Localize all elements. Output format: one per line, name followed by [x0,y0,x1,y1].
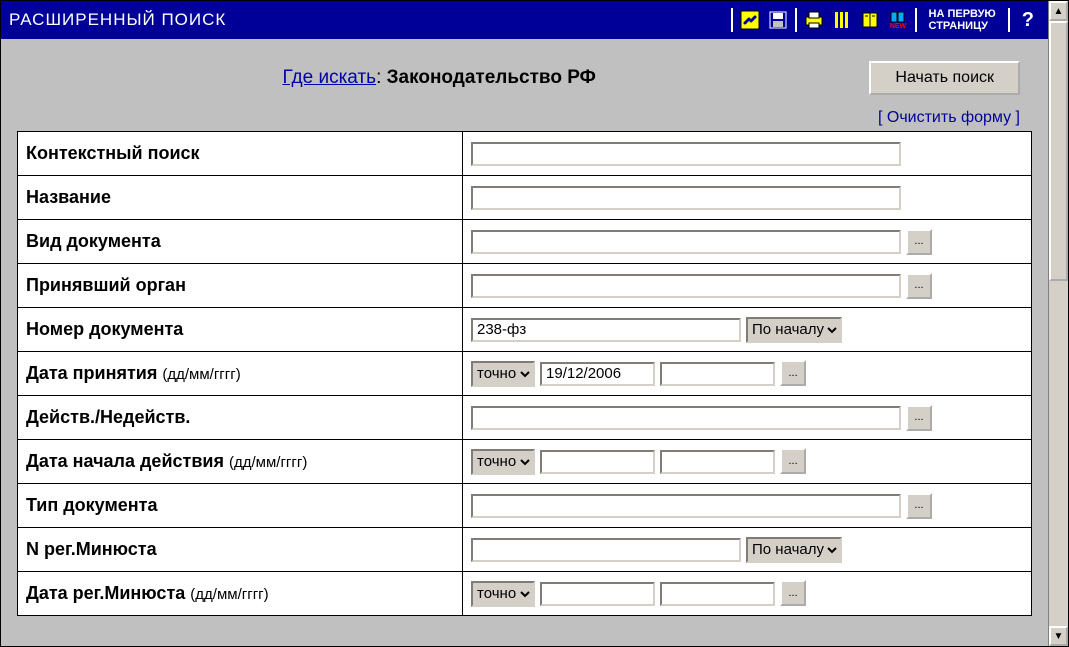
scroll-track[interactable] [1049,21,1068,626]
svg-text:NEW: NEW [889,23,906,30]
date-effective-input-2[interactable] [660,450,775,474]
save-icon[interactable] [767,9,789,31]
date-adopted-mode-select[interactable]: точно [471,361,535,387]
date-adopted-picker-button[interactable]: ... [780,360,806,386]
new-icon[interactable]: NEW [887,9,909,31]
valid-picker-button[interactable]: ... [906,405,932,431]
bars-icon[interactable] [831,9,853,31]
row-date-effective: Дата начала действия (дд/мм/гггг) точно … [18,440,1032,484]
scroll-down-button[interactable]: ▼ [1049,626,1068,646]
search-form: Контекстный поиск Название Вид документа… [17,131,1032,616]
minjust-date-input[interactable] [540,582,655,606]
date-adopted-input[interactable] [540,362,655,386]
scroll-up-button[interactable]: ▲ [1049,1,1068,21]
doc-number-input[interactable] [471,318,741,342]
minjust-date-picker-button[interactable]: ... [780,580,806,606]
row-doc-number: Номер документа По началу [18,308,1032,352]
doc-type-input[interactable] [471,230,901,254]
home-link-line2: СТРАНИЦУ [929,20,996,32]
label-minjust-date: Дата рег.Минюста (дд/мм/гггг) [18,572,463,616]
row-minjust-n: N рег.Минюста По началу [18,528,1032,572]
label-valid: Действ./Недейств. [18,396,463,440]
toolbar-separator [1008,8,1010,32]
label-date-effective: Дата начала действия (дд/мм/гггг) [18,440,463,484]
row-doc-type: Вид документа ... [18,220,1032,264]
label-date-adopted: Дата принятия (дд/мм/гггг) [18,352,463,396]
vertical-scrollbar[interactable]: ▲ ▼ [1048,1,1068,646]
start-search-button[interactable]: Начать поиск [869,61,1020,95]
label-doc-number: Номер документа [18,308,463,352]
row-date-adopted: Дата принятия (дд/мм/гггг) точно ... [18,352,1032,396]
valid-input[interactable] [471,406,901,430]
header-title: РАСШИРЕННЫЙ ПОИСК [9,10,731,30]
link-icon[interactable] [739,9,761,31]
where-value: Законодательство РФ [387,67,596,88]
toolbar-separator [731,8,733,32]
toolbar-separator [795,8,797,32]
authority-input[interactable] [471,274,901,298]
label-title: Название [18,176,463,220]
date-effective-input[interactable] [540,450,655,474]
minjust-n-input[interactable] [471,538,741,562]
doc-kind-picker-button[interactable]: ... [906,493,932,519]
where-to-search-link[interactable]: Где искать [283,67,377,88]
label-doc-type: Вид документа [18,220,463,264]
where-line: Где искать: Законодательство РФ [29,67,849,89]
print-icon[interactable] [803,9,825,31]
label-context: Контекстный поиск [18,132,463,176]
help-icon[interactable]: ? [1022,9,1034,32]
minjust-date-input-2[interactable] [660,582,775,606]
row-title: Название [18,176,1032,220]
label-authority: Принявший орган [18,264,463,308]
row-doc-kind: Тип документа ... [18,484,1032,528]
row-valid: Действ./Недейств. ... [18,396,1032,440]
home-link-line1: НА ПЕРВУЮ [929,8,996,20]
book-icon[interactable] [859,9,881,31]
clear-form-link[interactable]: Очистить форму [887,109,1011,126]
doc-number-match-select[interactable]: По началу [746,317,842,343]
clear-form-row: [ Очистить форму ] [1,105,1048,131]
toolbar: NEW НА ПЕРВУЮ СТРАНИЦУ ? [731,8,1040,32]
label-minjust-n: N рег.Минюста [18,528,463,572]
label-doc-kind: Тип документа [18,484,463,528]
minjust-date-mode-select[interactable]: точно [471,581,535,607]
doc-type-picker-button[interactable]: ... [906,229,932,255]
context-input[interactable] [471,142,901,166]
app-header: РАСШИРЕННЫЙ ПОИСК NEW НА ПЕРВУЮ СТРАНИЦУ… [1,1,1048,39]
row-context-search: Контекстный поиск [18,132,1032,176]
row-authority: Принявший орган ... [18,264,1032,308]
authority-picker-button[interactable]: ... [906,273,932,299]
row-minjust-date: Дата рег.Минюста (дд/мм/гггг) точно ... [18,572,1032,616]
minjust-n-match-select[interactable]: По началу [746,537,842,563]
scroll-thumb[interactable] [1049,21,1068,281]
toolbar-separator [915,8,917,32]
doc-kind-input[interactable] [471,494,901,518]
date-effective-picker-button[interactable]: ... [780,448,806,474]
title-input[interactable] [471,186,901,210]
date-adopted-input-2[interactable] [660,362,775,386]
date-effective-mode-select[interactable]: точно [471,449,535,475]
home-page-link[interactable]: НА ПЕРВУЮ СТРАНИЦУ [929,8,996,32]
